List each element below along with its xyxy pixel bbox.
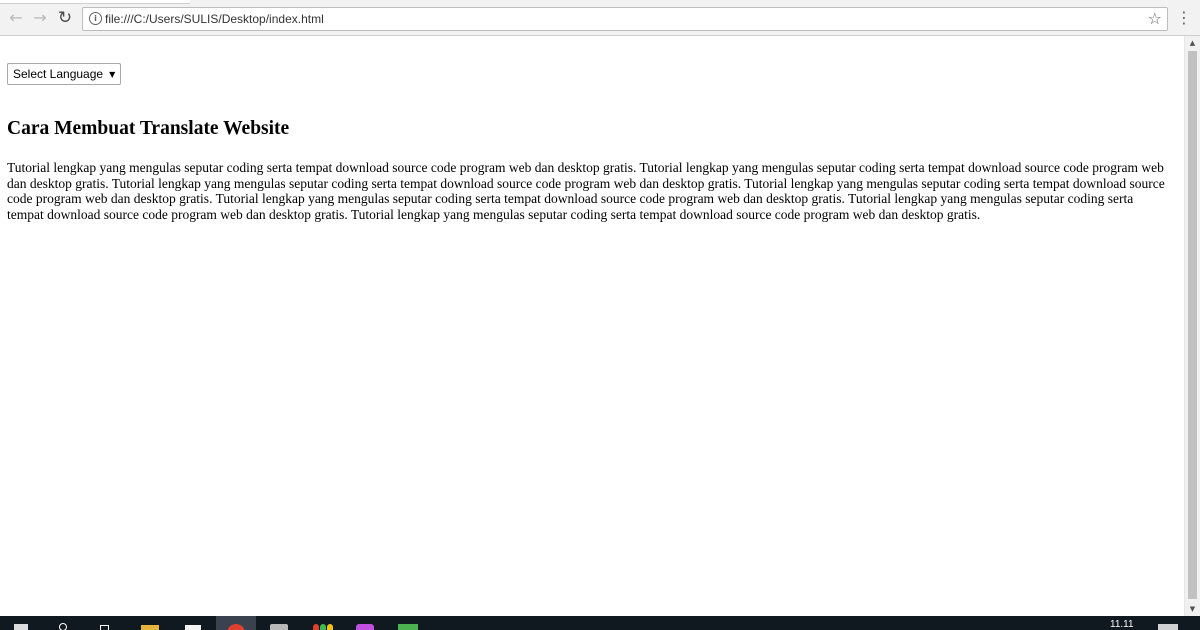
browser-toolbar: ← → ↻ i file:///C:/Users/SULIS/Desktop/i… [0, 0, 1200, 36]
calculator-icon[interactable] [270, 624, 288, 630]
app-icon[interactable] [313, 624, 333, 630]
notepad-icon[interactable] [185, 625, 201, 630]
language-select[interactable]: Select Language ▼ [7, 63, 122, 85]
more-vert-icon[interactable]: ⋮ [1176, 8, 1192, 28]
task-view-icon[interactable] [100, 625, 109, 630]
search-icon[interactable] [59, 623, 67, 630]
address-bar[interactable]: i file:///C:/Users/SULIS/Desktop/index.h… [82, 7, 1168, 31]
app-icon[interactable] [356, 624, 374, 630]
scroll-up-arrow-icon[interactable]: ▲ [1185, 36, 1200, 50]
language-select-value: Select Language [13, 67, 104, 81]
windows-start-icon[interactable] [14, 624, 28, 630]
info-icon[interactable]: i [89, 12, 102, 25]
page-title: Cara Membuat Translate Website [7, 118, 290, 139]
dropdown-arrow-icon: ▼ [109, 69, 116, 79]
back-arrow-icon[interactable]: ← [6, 8, 26, 28]
notification-icon[interactable] [1158, 624, 1178, 630]
scrollbar-thumb[interactable] [1188, 51, 1197, 599]
scroll-down-arrow-icon[interactable]: ▼ [1185, 602, 1200, 616]
forward-arrow-icon[interactable]: → [30, 8, 50, 28]
taskbar: 11.11 [0, 616, 1200, 630]
page-paragraph: Tutorial lengkap yang mengulas seputar c… [7, 160, 1165, 222]
page-viewport: Select Language ▼ Cara Membuat Translate… [0, 36, 1184, 616]
url-text[interactable]: file:///C:/Users/SULIS/Desktop/index.htm… [105, 12, 324, 26]
star-icon[interactable]: ☆ [1148, 9, 1162, 28]
clock[interactable]: 11.11 [1110, 619, 1134, 630]
active-tab[interactable] [0, 0, 190, 4]
file-explorer-icon[interactable] [141, 625, 159, 630]
vertical-scrollbar[interactable]: ▲ ▼ [1184, 36, 1200, 616]
app-icon[interactable] [398, 624, 418, 630]
reload-icon[interactable]: ↻ [55, 8, 75, 28]
